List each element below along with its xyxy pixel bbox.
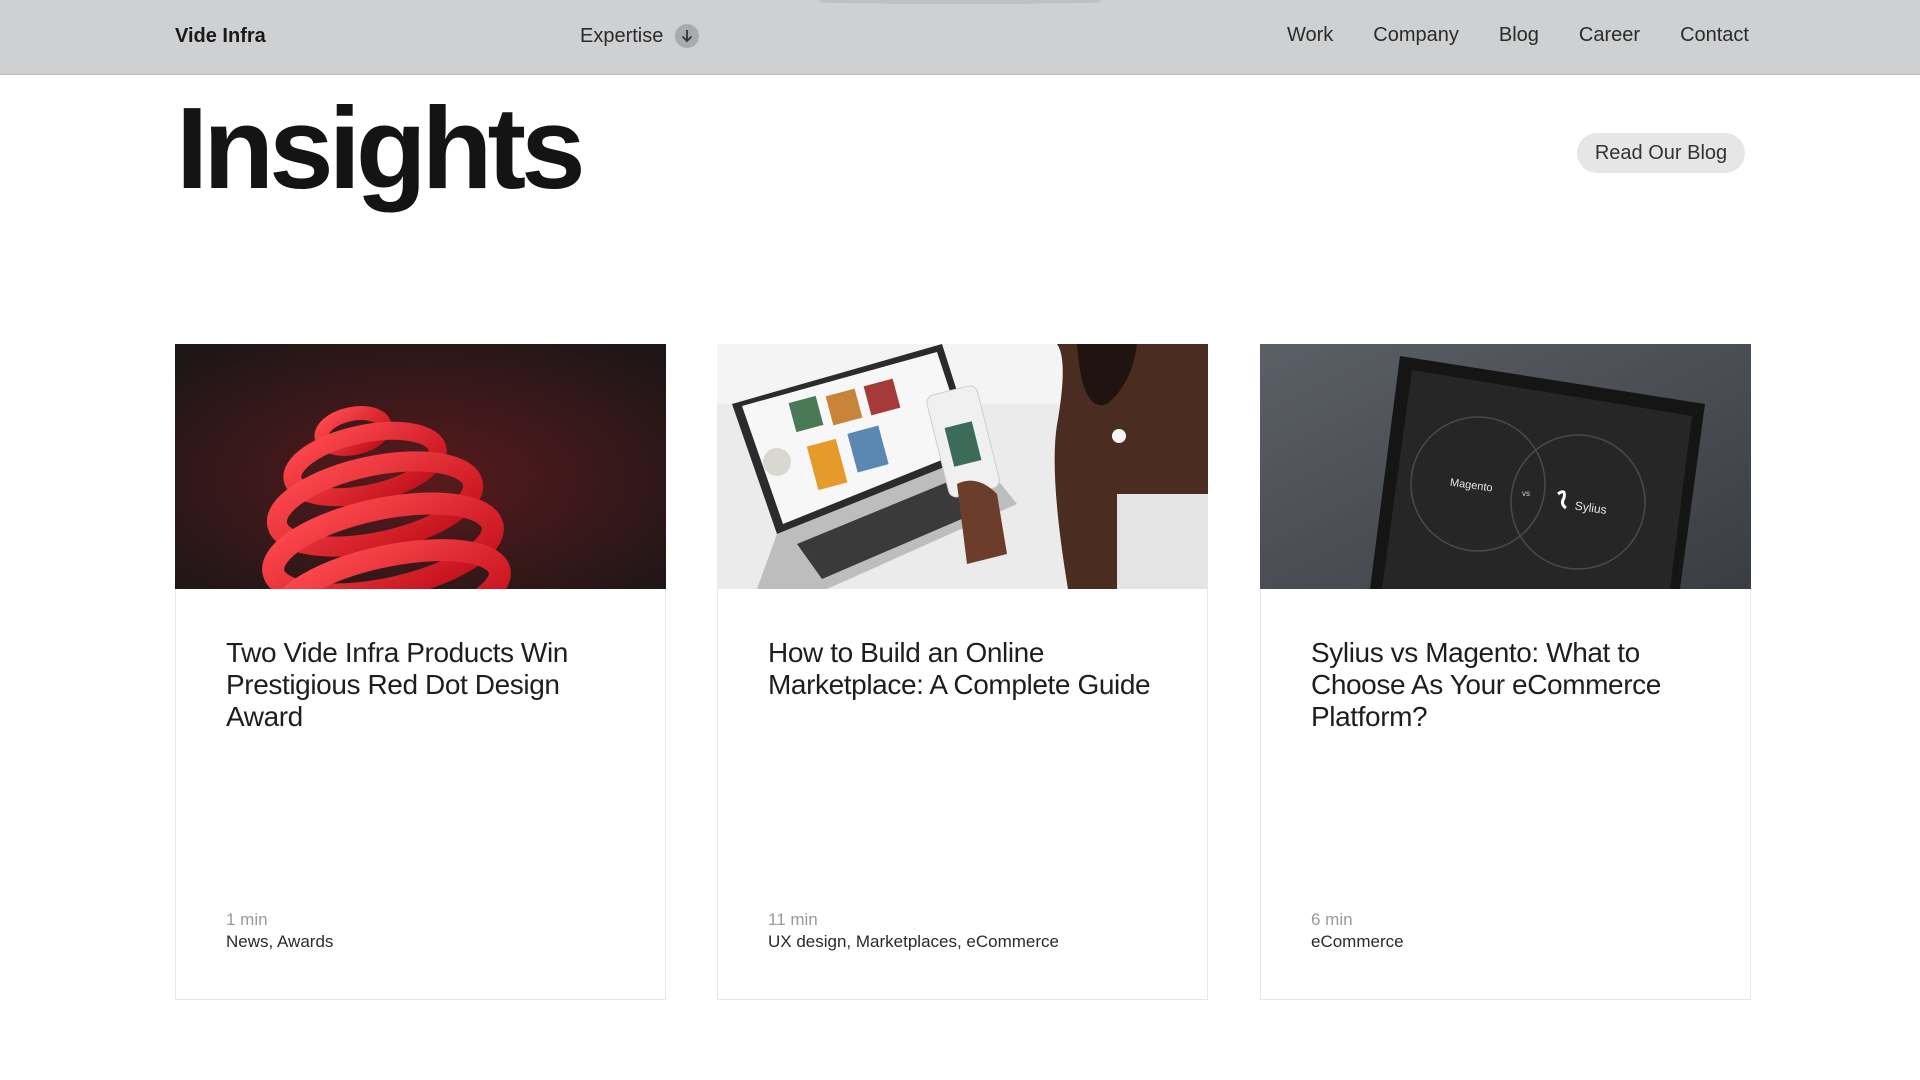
article-title[interactable]: Sylius vs Magento: What to Choose As You… xyxy=(1311,637,1701,733)
top-navigation-bar: Vide Infra Expertise Work Company Blog C… xyxy=(0,0,1920,75)
article-title[interactable]: How to Build an Online Marketplace: A Co… xyxy=(768,637,1158,701)
nav-work[interactable]: Work xyxy=(1287,24,1333,47)
read-time: 6 min xyxy=(1311,910,1353,929)
header-highlight xyxy=(820,0,1100,4)
nav-blog[interactable]: Blog xyxy=(1499,24,1539,47)
article-tags: eCommerce xyxy=(1311,932,1404,951)
nav-career[interactable]: Career xyxy=(1579,24,1640,47)
read-time: 1 min xyxy=(226,910,268,929)
vs-text: vs xyxy=(1522,489,1530,498)
nav-company[interactable]: Company xyxy=(1373,24,1459,47)
article-card[interactable]: How to Build an Online Marketplace: A Co… xyxy=(717,344,1208,1000)
article-thumbnail[interactable]: Magento vs Sylius xyxy=(1260,344,1751,589)
arrow-down-icon[interactable] xyxy=(675,24,700,48)
read-time: 11 min xyxy=(768,910,818,929)
article-thumbnail[interactable] xyxy=(175,344,666,589)
article-thumbnail[interactable] xyxy=(717,344,1208,589)
page-title: Insights xyxy=(176,83,586,213)
expertise-dropdown[interactable]: Expertise xyxy=(580,24,700,48)
brand-logo[interactable]: Vide Infra xyxy=(175,25,266,48)
article-tags: News, Awards xyxy=(226,932,334,951)
article-card[interactable]: Magento vs Sylius Sylius vs Magento: Wha… xyxy=(1260,344,1751,1000)
expertise-label: Expertise xyxy=(580,24,664,47)
nav-contact[interactable]: Contact xyxy=(1680,24,1749,47)
article-card[interactable]: Two Vide Infra Products Win Prestigious … xyxy=(175,344,666,1000)
article-title[interactable]: Two Vide Infra Products Win Prestigious … xyxy=(226,637,616,733)
read-blog-button[interactable]: Read Our Blog xyxy=(1577,133,1745,173)
article-tags: UX design, Marketplaces, eCommerce xyxy=(768,932,1060,951)
main-nav: Work Company Blog Career Contact xyxy=(1287,24,1749,47)
